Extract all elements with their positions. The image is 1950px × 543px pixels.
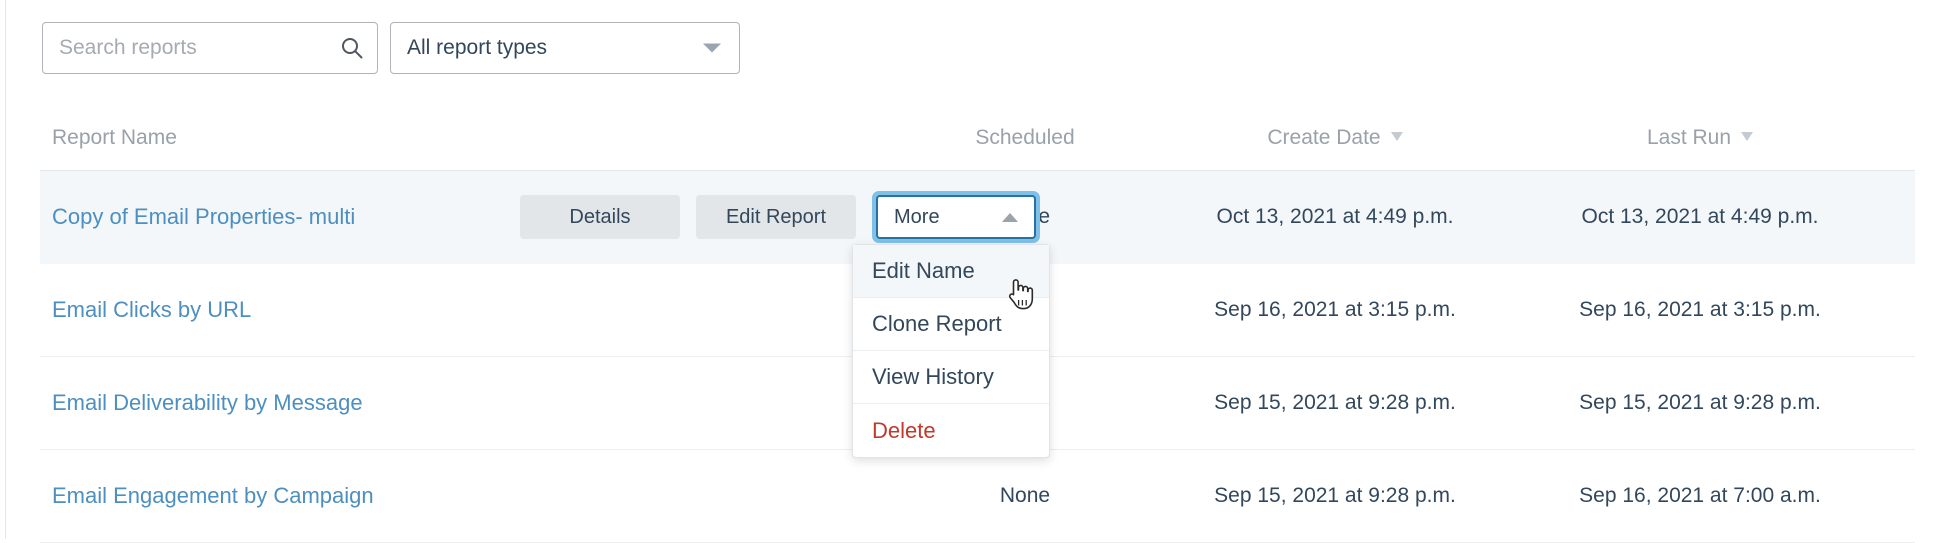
more-dropdown-menu: Edit Name Clone Report View History Dele… xyxy=(852,244,1050,458)
report-name-cell: Email Engagement by Campaign xyxy=(40,483,500,509)
report-name-link[interactable]: Email Clicks by URL xyxy=(52,297,251,322)
table-header-row: Report Name Scheduled Create Date Last R… xyxy=(40,106,1915,171)
sort-indicator-icon[interactable] xyxy=(1741,132,1753,141)
report-name-link[interactable]: Copy of Email Properties- multi xyxy=(52,204,355,229)
table-row[interactable]: Email Engagement by Campaign None Sep 15… xyxy=(40,450,1915,543)
report-name-cell: Copy of Email Properties- multi xyxy=(40,204,500,230)
last-run-cell: Oct 13, 2021 at 4:49 p.m. xyxy=(1510,205,1890,229)
more-button-focus-ring: More xyxy=(872,191,1040,243)
column-header-create-date-label: Create Date xyxy=(1267,126,1380,149)
last-run-cell: Sep 16, 2021 at 7:00 a.m. xyxy=(1510,484,1890,508)
scheduled-cell: None xyxy=(890,484,1160,508)
last-run-cell: Sep 15, 2021 at 9:28 p.m. xyxy=(1510,391,1890,415)
filter-toolbar: All report types xyxy=(42,22,740,74)
search-box[interactable] xyxy=(42,22,378,74)
menu-item-edit-name[interactable]: Edit Name xyxy=(853,245,1049,298)
edit-report-button[interactable]: Edit Report xyxy=(696,195,856,239)
caret-up-icon xyxy=(1002,213,1018,222)
chevron-down-icon xyxy=(703,44,721,53)
report-name-cell: Email Clicks by URL xyxy=(40,297,500,323)
create-date-cell: Sep 16, 2021 at 3:15 p.m. xyxy=(1160,298,1510,322)
more-button[interactable]: More xyxy=(876,195,1036,239)
search-input[interactable] xyxy=(43,23,377,73)
menu-item-view-history[interactable]: View History xyxy=(853,351,1049,404)
create-date-cell: Sep 15, 2021 at 9:28 p.m. xyxy=(1160,391,1510,415)
last-run-cell: Sep 16, 2021 at 3:15 p.m. xyxy=(1510,298,1890,322)
create-date-cell: Sep 15, 2021 at 9:28 p.m. xyxy=(1160,484,1510,508)
report-type-select[interactable]: All report types xyxy=(390,22,740,74)
menu-item-clone-report[interactable]: Clone Report xyxy=(853,298,1049,351)
report-name-link[interactable]: Email Engagement by Campaign xyxy=(52,483,374,508)
column-header-create-date[interactable]: Create Date xyxy=(1160,126,1510,150)
report-name-cell: Email Deliverability by Message xyxy=(40,390,500,416)
column-header-scheduled[interactable]: Scheduled xyxy=(890,126,1160,150)
column-header-last-run-label: Last Run xyxy=(1647,126,1731,149)
report-name-link[interactable]: Email Deliverability by Message xyxy=(52,390,363,415)
sort-indicator-icon[interactable] xyxy=(1391,132,1403,141)
create-date-cell: Oct 13, 2021 at 4:49 p.m. xyxy=(1160,205,1510,229)
column-header-last-run[interactable]: Last Run xyxy=(1510,126,1890,150)
report-type-select-value: All report types xyxy=(391,36,547,60)
column-header-report-name[interactable]: Report Name xyxy=(40,126,500,150)
details-button[interactable]: Details xyxy=(520,195,680,239)
reports-list-page: All report types Report Name Scheduled C… xyxy=(0,0,1950,539)
row-actions: Details Edit Report More xyxy=(520,191,1040,243)
menu-item-delete[interactable]: Delete xyxy=(853,404,1049,457)
more-button-label: More xyxy=(894,206,940,229)
